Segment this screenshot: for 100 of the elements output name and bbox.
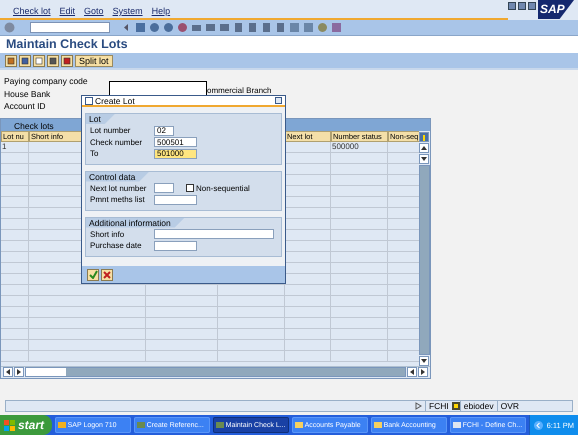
start-button[interactable]: start xyxy=(0,415,52,435)
table-cell xyxy=(1,350,29,362)
scroll-right-button[interactable] xyxy=(418,367,428,377)
table-cell xyxy=(331,174,388,186)
group-title: Additional information xyxy=(86,218,185,228)
table-cell xyxy=(1,340,29,350)
table-cell xyxy=(218,306,285,318)
table-cell xyxy=(1,274,29,284)
table-cell xyxy=(1,284,29,296)
table-cell xyxy=(1,196,29,208)
table-cell xyxy=(285,306,331,318)
menu-item[interactable]: Check lot xyxy=(13,6,51,16)
table-cell xyxy=(1,328,29,340)
table-cell xyxy=(1,164,29,174)
table-cell xyxy=(1,208,29,218)
table-cell xyxy=(285,318,331,328)
table-cell xyxy=(331,164,388,174)
scroll-down-button[interactable] xyxy=(419,154,429,164)
menu-item[interactable]: Help xyxy=(152,6,170,16)
dialog-title: Create Lot xyxy=(95,96,136,106)
left-arrow-icon xyxy=(6,369,10,375)
command-field[interactable] xyxy=(30,22,110,33)
table-cell xyxy=(218,328,285,340)
chevron-icon[interactable] xyxy=(534,420,543,430)
table-cell xyxy=(331,196,388,208)
field-label: Next lot number xyxy=(90,184,148,193)
table-cell xyxy=(331,296,388,306)
scroll-left-button[interactable] xyxy=(3,367,13,377)
menu-item[interactable]: Goto xyxy=(84,6,104,16)
menu-item[interactable]: Edit xyxy=(60,6,76,16)
input-field[interactable] xyxy=(154,194,197,205)
scroll-down-button[interactable] xyxy=(419,356,429,366)
confirm-button[interactable] xyxy=(87,268,99,280)
scroll-up-button[interactable] xyxy=(419,142,429,152)
table-cell xyxy=(331,328,388,340)
table-cell xyxy=(331,152,388,164)
table-cell xyxy=(331,306,388,318)
field-label: Pmnt meths list xyxy=(90,195,146,204)
table-cell xyxy=(285,284,331,296)
expand-icon[interactable] xyxy=(414,402,422,410)
horizontal-scrollbar[interactable] xyxy=(25,367,406,377)
table-cell xyxy=(1,318,29,328)
cancel-button[interactable] xyxy=(101,268,113,280)
table-cell xyxy=(285,350,331,362)
group-title: Control data xyxy=(86,172,150,182)
field-label: Short info xyxy=(90,230,126,239)
field-label: To xyxy=(90,149,100,158)
input-field[interactable]: 02 xyxy=(154,126,174,136)
table-cell xyxy=(1,218,29,230)
table-cell xyxy=(331,240,388,252)
group-title: Lot xyxy=(86,114,115,124)
table-cell xyxy=(218,350,285,362)
up-arrow-icon xyxy=(421,146,427,150)
down-arrow-icon xyxy=(421,156,427,160)
input-field[interactable] xyxy=(154,183,174,194)
table-cell xyxy=(285,340,331,350)
table-cell xyxy=(331,340,388,350)
table-cell xyxy=(331,284,388,296)
input-field[interactable]: 501000 xyxy=(154,148,197,159)
input-field[interactable]: 500501 xyxy=(154,137,197,148)
table-cell xyxy=(285,296,331,306)
table-cell xyxy=(1,186,29,196)
right-arrow-icon xyxy=(17,369,21,375)
table-cell xyxy=(331,186,388,196)
input-field[interactable] xyxy=(154,229,274,240)
table-cell xyxy=(331,218,388,230)
table-cell xyxy=(218,296,285,306)
checkbox[interactable] xyxy=(186,184,194,192)
table-cell xyxy=(1,230,29,240)
table-cell xyxy=(331,274,388,284)
input-mode: OVR xyxy=(496,401,522,411)
field-value: ommercial Branch xyxy=(207,87,272,95)
field-label: Purchase date xyxy=(90,241,143,250)
sap-logo: SAP xyxy=(538,0,574,19)
table-cell xyxy=(1,306,29,318)
scrollbar-thumb[interactable] xyxy=(26,368,66,376)
table-cell xyxy=(146,306,218,318)
user-name: ebiodev xyxy=(460,401,497,411)
column-settings-button[interactable] xyxy=(419,132,429,142)
field-label: Check number xyxy=(90,138,144,147)
table-cell xyxy=(331,318,388,328)
scroll-right-button[interactable] xyxy=(14,367,24,377)
input-field[interactable] xyxy=(154,240,197,251)
down-arrow-icon xyxy=(421,358,427,362)
windows-logo-icon xyxy=(4,420,15,430)
table-cell xyxy=(146,340,218,350)
table-cell xyxy=(1,240,29,252)
table-cell xyxy=(1,262,29,274)
checkbox-label: Non-sequential xyxy=(196,184,250,193)
table-cell xyxy=(218,340,285,350)
split-lot-button[interactable]: Split lot xyxy=(75,54,113,66)
table-cell xyxy=(218,318,285,328)
table-cell xyxy=(331,262,388,274)
table-cell xyxy=(331,208,388,218)
vertical-scrollbar[interactable] xyxy=(419,164,430,354)
scroll-left-button[interactable] xyxy=(407,367,417,377)
table-cell xyxy=(146,318,218,328)
screen-title: Maintain Check Lots xyxy=(6,37,129,51)
menu-item[interactable]: System xyxy=(112,6,143,16)
table-cell: 1 xyxy=(1,142,29,152)
